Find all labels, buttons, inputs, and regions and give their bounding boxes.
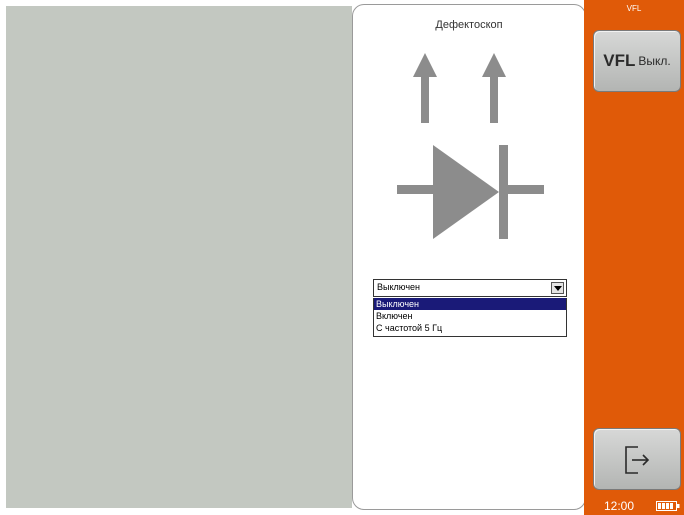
device-panel: Дефектоскоп Выключен Выключен Включен С …: [352, 4, 586, 510]
emission-arrow-left-icon: [413, 53, 437, 123]
mode-option-off[interactable]: Выключен: [374, 298, 566, 310]
clock: 12:00: [604, 499, 635, 513]
mode-select-value: Выключен: [377, 282, 420, 292]
battery-icon: [656, 501, 680, 511]
chevron-down-icon[interactable]: [551, 282, 564, 294]
exit-button[interactable]: [593, 428, 681, 490]
left-pane: [6, 6, 352, 508]
mode-option-5hz[interactable]: С частотой 5 Гц: [374, 322, 566, 334]
device-title: Дефектоскоп: [435, 19, 503, 31]
mode-option-on[interactable]: Включен: [374, 310, 566, 322]
vfl-toggle-button[interactable]: VFL Выкл.: [593, 30, 681, 92]
right-panel: VFL VFL Выкл. 12:00: [584, 0, 684, 515]
laser-diode-diagram: [397, 53, 544, 239]
vfl-button-label: VFL: [603, 51, 636, 70]
diode-icon: [397, 145, 544, 239]
emission-arrow-right-icon: [482, 53, 506, 123]
vfl-button-state: Выкл.: [638, 54, 671, 68]
exit-icon: [625, 446, 650, 474]
mode-select[interactable]: Выключен: [373, 279, 567, 297]
status-bar: 12:00: [584, 496, 684, 515]
mode-dropdown-list: Выключен Включен С частотой 5 Гц: [373, 298, 567, 337]
right-panel-title: VFL: [626, 4, 642, 13]
